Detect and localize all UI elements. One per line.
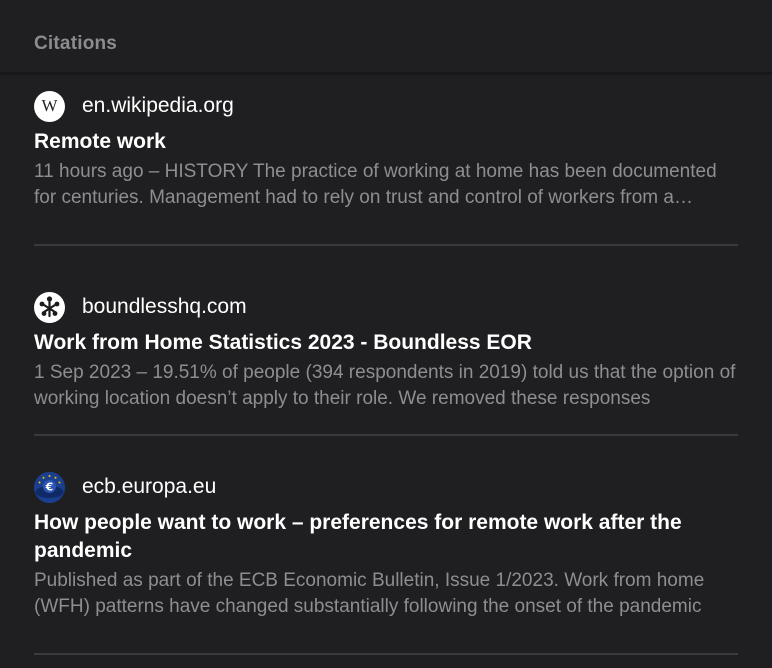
- wikipedia-w-icon: W: [34, 90, 65, 122]
- panel-header: Citations: [0, 0, 772, 75]
- citation-item[interactable]: € ecb.europa.eu How people want to work …: [34, 436, 738, 655]
- citation-title[interactable]: Remote work: [34, 128, 738, 156]
- citation-item[interactable]: W en.wikipedia.org Remote work 11 hours …: [34, 75, 738, 246]
- svg-text:€: €: [45, 480, 54, 493]
- citation-snippet: Published as part of the ECB Economic Bu…: [34, 570, 705, 617]
- citation-source[interactable]: W en.wikipedia.org: [34, 90, 738, 122]
- citation-domain[interactable]: ecb.europa.eu: [82, 475, 216, 499]
- boundless-logo-icon: [34, 291, 65, 323]
- citation-snippet: 11 hours ago – HISTORY The practice of w…: [34, 161, 717, 208]
- citation-domain[interactable]: boundlesshq.com: [82, 295, 247, 319]
- citation-domain[interactable]: en.wikipedia.org: [82, 94, 234, 118]
- ecb-euro-icon: €: [34, 471, 65, 503]
- citation-snippet: 1 Sep 2023 – 19.51% of people (394 respo…: [34, 362, 736, 409]
- citation-title[interactable]: Work from Home Statistics 2023 - Boundle…: [34, 329, 738, 357]
- panel-title: Citations: [34, 33, 118, 54]
- citation-source[interactable]: € ecb.europa.eu: [34, 471, 738, 503]
- citation-item[interactable]: boundlesshq.com Work from Home Statistic…: [34, 246, 738, 436]
- citation-title[interactable]: How people want to work – preferences fo…: [34, 509, 738, 565]
- citation-source[interactable]: boundlesshq.com: [34, 291, 738, 323]
- citations-panel: Citations W en.wikipedia.org Remote work…: [0, 0, 772, 668]
- citation-list: W en.wikipedia.org Remote work 11 hours …: [0, 75, 772, 655]
